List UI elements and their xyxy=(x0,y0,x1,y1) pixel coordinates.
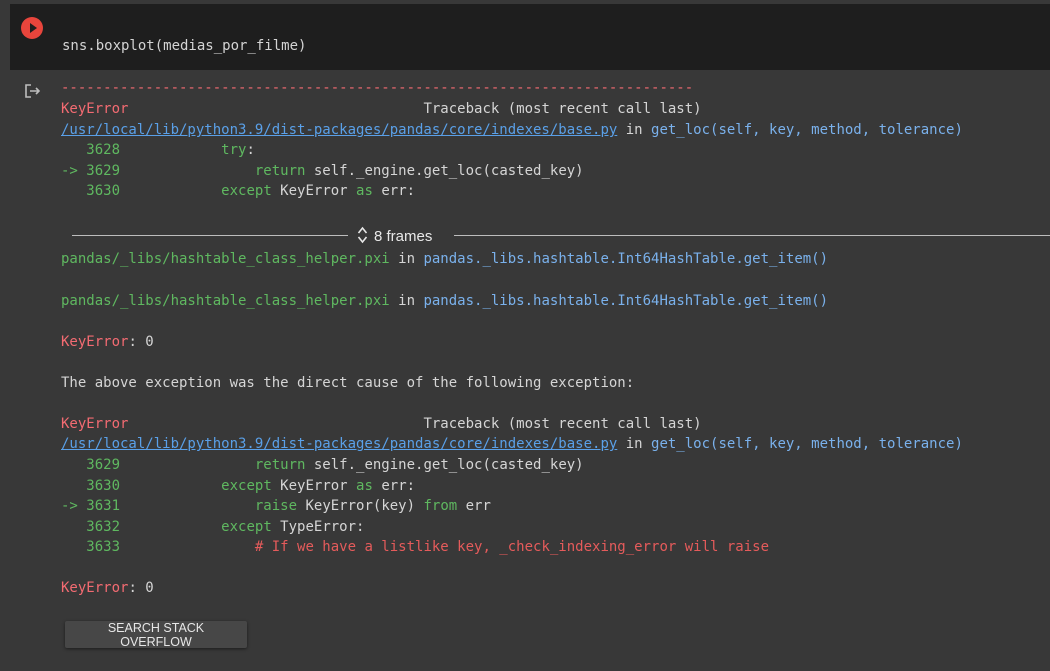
code-cell[interactable]: sns.boxplot(medias_por_filme) xyxy=(10,4,1050,70)
current-line-marker: -> xyxy=(61,498,87,515)
traceback-title: Traceback (most recent call last) xyxy=(423,416,702,432)
output-redirect-icon[interactable] xyxy=(24,83,42,99)
frames-toggle[interactable]: 8 frames xyxy=(357,225,432,245)
current-line-marker xyxy=(61,457,86,473)
line-number: 3632 xyxy=(86,518,121,535)
code-token: except xyxy=(221,183,272,199)
code-token: as xyxy=(356,183,373,199)
line-number: 3630 xyxy=(86,183,121,199)
current-line-marker xyxy=(61,519,86,535)
frames-label: 8 frames xyxy=(374,228,433,245)
line-number: 3628 xyxy=(86,142,121,158)
traceback-header: KeyError Traceback (most recent call last… xyxy=(61,414,702,434)
code-token: except xyxy=(221,518,272,535)
error-type: KeyError xyxy=(61,101,129,117)
frame-file: pandas/_libs/hashtable_class_helper.pxi xyxy=(61,293,390,309)
code-token: err: xyxy=(372,183,416,199)
search-stack-overflow-button[interactable]: SEARCH STACK OVERFLOW xyxy=(65,621,247,649)
code-token: err xyxy=(457,498,491,515)
file-path-link[interactable]: /usr/local/lib/python3.9/dist-packages/p… xyxy=(61,436,617,452)
code-token: from xyxy=(423,498,458,515)
code-token: self._engine.get_loc(casted_key) xyxy=(305,457,584,473)
current-line-marker: -> xyxy=(61,162,87,179)
line-number: 3629 xyxy=(86,457,121,473)
code-token: return xyxy=(254,457,306,473)
traceback-title: Traceback (most recent call last) xyxy=(423,101,702,117)
code-token: # If we have a listlike key, _check_inde… xyxy=(254,539,770,556)
function-signature: get_loc(self, key, method, tolerance) xyxy=(651,436,963,452)
code-token: KeyError(key) xyxy=(297,498,424,515)
frame-function: pandas._libs.hashtable.Int64HashTable.ge… xyxy=(423,293,829,309)
code-token: : xyxy=(246,142,255,158)
expand-collapse-icon xyxy=(357,226,368,244)
error-message: KeyError: 0 xyxy=(61,334,154,350)
error-type: KeyError xyxy=(61,416,129,432)
code-token: raise xyxy=(254,498,298,515)
code-token: as xyxy=(356,477,373,494)
line-number: 3633 xyxy=(86,539,121,556)
code-token: try xyxy=(221,142,247,158)
cause-text: The above exception was the direct cause… xyxy=(61,375,635,391)
current-line-marker xyxy=(61,539,86,555)
traceback-location: /usr/local/lib/python3.9/dist-packages/p… xyxy=(61,122,963,138)
current-line-marker xyxy=(61,478,86,494)
error-message: KeyError: 0 xyxy=(61,580,154,596)
code-line: 3628 try: xyxy=(61,140,255,160)
line-number: 3631 xyxy=(86,498,121,515)
current-line-marker xyxy=(61,142,86,158)
code-line: 3632 except TypeError: xyxy=(61,517,364,537)
code-token: KeyError xyxy=(271,477,357,494)
frames-collapser: 8 frames xyxy=(72,225,1050,245)
code-line: 3629 return self._engine.get_loc(casted_… xyxy=(61,455,584,475)
divider xyxy=(454,235,1050,236)
code-token: err: xyxy=(372,477,416,494)
line-number: 3630 xyxy=(86,477,121,494)
code-token: return xyxy=(254,162,306,179)
function-signature: get_loc(self, key, method, tolerance) xyxy=(651,122,963,138)
frame-file: pandas/_libs/hashtable_class_helper.pxi xyxy=(61,251,390,267)
code-line: -> 3629 return self._engine.get_loc(cast… xyxy=(61,161,584,181)
traceback-location: /usr/local/lib/python3.9/dist-packages/p… xyxy=(61,436,963,452)
current-line-marker xyxy=(61,183,86,199)
frame-line: pandas/_libs/hashtable_class_helper.pxi … xyxy=(61,293,829,309)
code-line: 3630 except KeyError as err: xyxy=(61,181,415,201)
code-token: KeyError xyxy=(271,183,357,199)
frame-function: pandas._libs.hashtable.Int64HashTable.ge… xyxy=(423,251,829,267)
frame-line: pandas/_libs/hashtable_class_helper.pxi … xyxy=(61,251,829,267)
code-line: -> 3631 raise KeyError(key) from err xyxy=(61,496,491,516)
code-line: 3633 # If we have a listlike key, _check… xyxy=(61,537,769,557)
code-token: TypeError: xyxy=(271,518,365,535)
traceback-header: KeyError Traceback (most recent call last… xyxy=(61,99,702,119)
code-line: 3630 except KeyError as err: xyxy=(61,476,415,496)
file-path-link[interactable]: /usr/local/lib/python3.9/dist-packages/p… xyxy=(61,122,617,138)
code-input[interactable]: sns.boxplot(medias_por_filme) xyxy=(62,38,306,54)
code-token: except xyxy=(221,477,272,494)
code-token: self._engine.get_loc(casted_key) xyxy=(305,162,584,179)
separator-line: ----------------------------------------… xyxy=(61,80,694,96)
line-number: 3629 xyxy=(86,162,121,179)
run-error-icon[interactable] xyxy=(21,17,43,39)
divider xyxy=(72,235,348,236)
